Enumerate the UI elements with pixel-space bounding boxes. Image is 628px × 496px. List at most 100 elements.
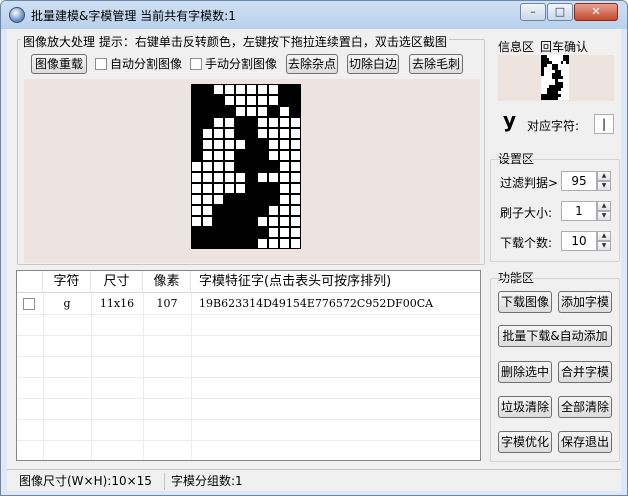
reload-image-button[interactable]: 图像重载 [31,54,87,74]
zoom-pixel[interactable] [268,150,279,161]
zoom-pixel[interactable] [213,150,224,161]
header-feature[interactable]: 字模特征字(点击表头可按序排列) [191,271,480,293]
zoom-pixel[interactable] [279,139,290,150]
spin-up-button[interactable]: ▲ [597,171,611,181]
zoom-pixel[interactable] [224,172,235,183]
zoom-pixel[interactable] [290,106,301,117]
zoom-pixel[interactable] [235,106,246,117]
delete-selected-button[interactable]: 删除选中 [498,361,552,383]
zoom-pixel[interactable] [246,117,257,128]
zoom-pixel[interactable] [268,238,279,249]
zoom-pixel[interactable] [257,183,268,194]
zoom-pixel[interactable] [268,194,279,205]
zoom-pixel[interactable] [202,183,213,194]
zoom-pixel[interactable] [279,194,290,205]
zoom-pixel[interactable] [246,84,257,95]
zoom-pixel[interactable] [235,227,246,238]
add-font-button[interactable]: 添加字模 [558,291,612,313]
filter-threshold-input[interactable]: 95 [561,171,597,191]
zoom-pixel[interactable] [202,161,213,172]
zoom-pixel[interactable] [224,194,235,205]
manual-split-checkbox[interactable]: 手动分割图像 [190,56,277,72]
zoom-pixel[interactable] [279,84,290,95]
zoom-pixel[interactable] [246,183,257,194]
zoom-pixel[interactable] [202,216,213,227]
zoom-pixel[interactable] [213,139,224,150]
zoom-pixel[interactable] [257,95,268,106]
zoom-pixel[interactable] [191,194,202,205]
zoom-pixel[interactable] [235,238,246,249]
zoom-pixel[interactable] [246,172,257,183]
zoom-pixel[interactable] [290,216,301,227]
zoom-pixel[interactable] [213,227,224,238]
zoom-pixel[interactable] [235,95,246,106]
zoom-pixel[interactable] [268,128,279,139]
zoom-pixel[interactable] [290,117,301,128]
zoom-pixel[interactable] [246,227,257,238]
zoom-pixel[interactable] [202,194,213,205]
zoom-pixel[interactable] [268,139,279,150]
zoom-pixel[interactable] [224,95,235,106]
zoom-pixel[interactable] [224,150,235,161]
zoom-pixel[interactable] [279,117,290,128]
zoom-pixel[interactable] [235,161,246,172]
zoom-pixel[interactable] [213,205,224,216]
zoom-pixel[interactable] [224,183,235,194]
zoom-pixel[interactable] [213,183,224,194]
zoom-pixel[interactable] [279,183,290,194]
zoom-pixel[interactable] [202,139,213,150]
zoom-pixel[interactable] [213,117,224,128]
zoom-pixel[interactable] [257,194,268,205]
zoom-pixel[interactable] [202,172,213,183]
zoom-pixel[interactable] [257,139,268,150]
zoomed-image-canvas[interactable] [24,79,480,263]
zoom-pixel[interactable] [191,205,202,216]
zoom-pixel[interactable] [279,205,290,216]
zoom-pixel[interactable] [224,106,235,117]
zoom-pixel[interactable] [290,194,301,205]
merge-font-button[interactable]: 合并字模 [558,361,612,383]
zoom-pixel[interactable] [279,172,290,183]
zoom-pixel[interactable] [202,84,213,95]
zoom-pixel[interactable] [246,238,257,249]
zoom-pixel[interactable] [235,172,246,183]
zoom-pixel[interactable] [213,161,224,172]
minimize-button[interactable]: – [520,3,546,21]
spin-down-button[interactable]: ▼ [597,181,611,191]
zoom-pixel[interactable] [279,161,290,172]
zoom-pixel[interactable] [213,238,224,249]
zoom-pixel[interactable] [235,150,246,161]
zoom-pixel[interactable] [268,117,279,128]
download-count-input[interactable]: 10 [561,231,597,251]
zoom-pixel[interactable] [235,84,246,95]
spin-down-button[interactable]: ▼ [597,241,611,251]
zoom-pixel[interactable] [213,84,224,95]
optimize-font-button[interactable]: 字模优化 [498,431,552,453]
zoom-pixel[interactable] [290,161,301,172]
zoom-pixel[interactable] [191,150,202,161]
zoom-pixel[interactable] [246,216,257,227]
zoom-pixel[interactable] [224,128,235,139]
zoom-pixel[interactable] [246,205,257,216]
zoom-pixel[interactable] [235,205,246,216]
zoom-pixel[interactable] [257,161,268,172]
zoom-pixel[interactable] [246,161,257,172]
zoom-pixel[interactable] [191,161,202,172]
zoom-pixel[interactable] [191,95,202,106]
zoom-pixel[interactable] [290,84,301,95]
zoom-pixel[interactable] [257,172,268,183]
zoom-pixel[interactable] [224,238,235,249]
zoom-pixel[interactable] [290,183,301,194]
zoom-pixel[interactable] [257,150,268,161]
title-bar[interactable]: 批量建模&字模管理 当前共有字模数:1 – □ ✕ [1,1,627,29]
spin-up-button[interactable]: ▲ [597,231,611,241]
zoom-pixel[interactable] [279,238,290,249]
zoom-pixel[interactable] [290,139,301,150]
zoom-pixel[interactable] [235,117,246,128]
zoom-pixel[interactable] [257,128,268,139]
zoom-pixel[interactable] [191,172,202,183]
header-pixels[interactable]: 像素 [143,271,191,293]
zoom-pixel[interactable] [213,95,224,106]
zoom-pixel[interactable] [268,95,279,106]
table-row[interactable]: g 11x16 107 19B623314D49154E776572C952DF… [17,294,480,314]
